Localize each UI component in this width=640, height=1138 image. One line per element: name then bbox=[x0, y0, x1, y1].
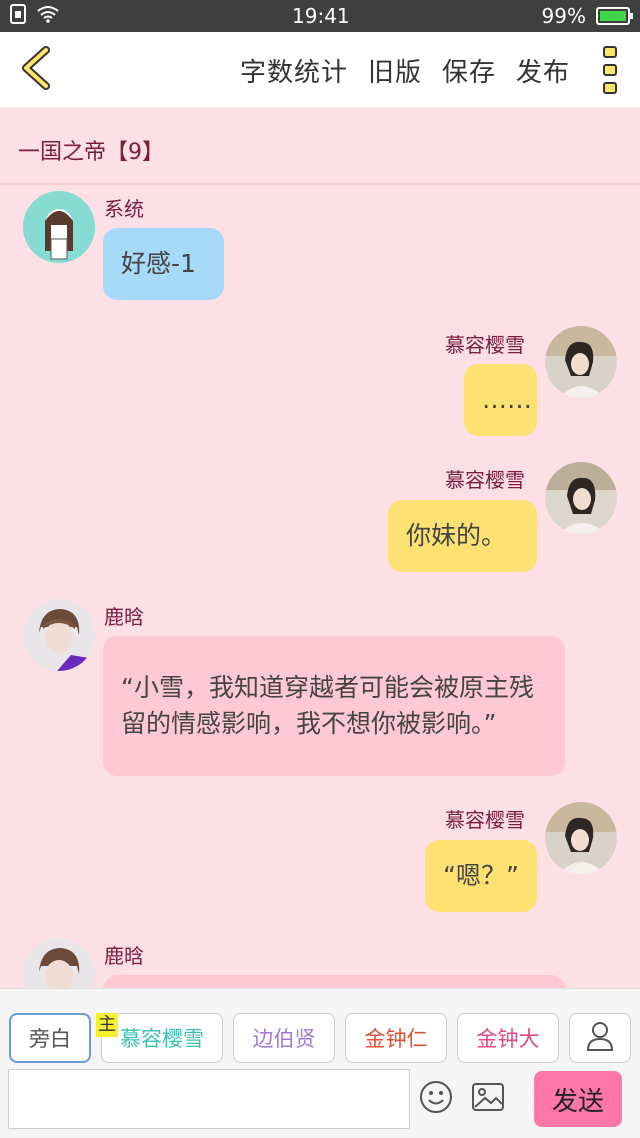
role-button-narration[interactable]: 旁白 bbox=[9, 1013, 91, 1063]
message-input[interactable] bbox=[8, 1069, 410, 1129]
sender-name: 慕容樱雪 bbox=[445, 468, 525, 492]
role-label: 金钟大 bbox=[476, 1027, 540, 1051]
top-actions: 字数统计 旧版 保存 发布 bbox=[240, 32, 570, 108]
more-dots-icon[interactable] bbox=[598, 46, 622, 94]
avatar-system[interactable] bbox=[23, 191, 95, 263]
emoji-button[interactable] bbox=[418, 1081, 454, 1117]
message-bubble[interactable]: “小雪，我知道穿越者可能会被原主残留的情感影响，我不想你被影响。” bbox=[103, 636, 565, 776]
role-button-murong[interactable]: 慕容樱雪 bbox=[101, 1013, 223, 1063]
sender-name: 鹿晗 bbox=[104, 605, 144, 629]
sim-icon bbox=[10, 3, 26, 29]
image-button[interactable] bbox=[470, 1081, 506, 1117]
word-count-button[interactable]: 字数统计 bbox=[240, 52, 348, 89]
save-button[interactable]: 保存 bbox=[442, 52, 496, 89]
role-label: 慕容樱雪 bbox=[120, 1027, 204, 1051]
divider bbox=[0, 183, 640, 185]
role-label: 金钟仁 bbox=[364, 1027, 428, 1051]
publish-button[interactable]: 发布 bbox=[516, 52, 570, 89]
top-bar: 字数统计 旧版 保存 发布 bbox=[0, 32, 640, 108]
role-button-bianboxian[interactable]: 边伯贤 bbox=[233, 1013, 335, 1063]
avatar-murong[interactable] bbox=[545, 802, 617, 874]
old-version-button[interactable]: 旧版 bbox=[368, 52, 422, 89]
message-bubble[interactable]: 好感-1 bbox=[103, 228, 224, 300]
role-label: 边伯贤 bbox=[252, 1027, 316, 1051]
user-icon bbox=[586, 1021, 614, 1056]
battery-icon bbox=[596, 7, 633, 25]
message-bubble[interactable]: 你妹的。 bbox=[388, 500, 537, 572]
status-bar: 19:41 99% bbox=[0, 0, 640, 32]
role-label: 旁白 bbox=[29, 1027, 71, 1051]
sender-name: 系统 bbox=[104, 197, 144, 221]
avatar-luhan[interactable] bbox=[23, 599, 95, 671]
sender-name: 鹿晗 bbox=[104, 944, 144, 968]
image-icon bbox=[471, 1082, 505, 1116]
composer-panel: 旁白 慕容樱雪 主 边伯贤 金钟仁 金钟大 发送 bbox=[0, 988, 640, 1138]
message-bubble[interactable]: “嗯？” bbox=[425, 840, 537, 912]
role-button-jinzhongren[interactable]: 金钟仁 bbox=[345, 1013, 447, 1063]
role-button-jinzhongda[interactable]: 金钟大 bbox=[457, 1013, 559, 1063]
chapter-title: 一国之帝【9】 bbox=[18, 140, 164, 165]
avatar-murong[interactable] bbox=[545, 326, 617, 398]
message-bubble[interactable]: …… bbox=[464, 364, 537, 436]
battery-percent: 99% bbox=[541, 4, 586, 28]
wifi-icon bbox=[36, 4, 60, 28]
send-button[interactable]: 发送 bbox=[534, 1071, 622, 1127]
emoji-icon bbox=[419, 1080, 453, 1118]
avatar-murong[interactable] bbox=[545, 462, 617, 534]
sender-name: 慕容樱雪 bbox=[445, 808, 525, 832]
back-chevron-icon bbox=[18, 45, 52, 94]
status-time: 19:41 bbox=[292, 4, 350, 28]
sender-name: 慕容樱雪 bbox=[445, 333, 525, 357]
back-button[interactable] bbox=[0, 32, 70, 108]
add-role-button[interactable] bbox=[569, 1013, 631, 1063]
main-character-tag: 主 bbox=[96, 1013, 118, 1037]
